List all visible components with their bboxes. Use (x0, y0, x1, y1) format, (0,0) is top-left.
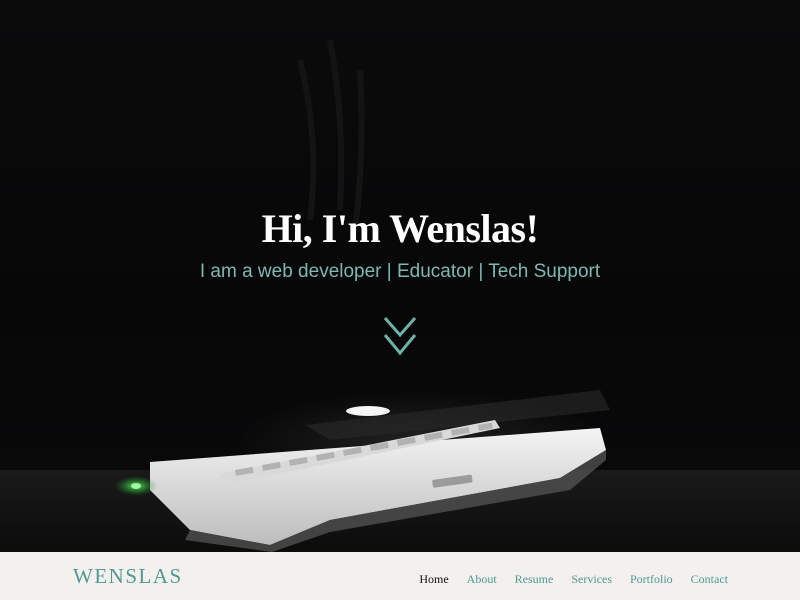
nav-link-resume[interactable]: Resume (515, 572, 554, 587)
nav-link-about[interactable]: About (467, 572, 497, 587)
nav-link-services[interactable]: Services (571, 572, 612, 587)
hero-title: Hi, I'm Wenslas! (261, 206, 539, 251)
scroll-down-button[interactable] (382, 315, 418, 359)
nav-link-home[interactable]: Home (419, 572, 448, 587)
nav-link-portfolio[interactable]: Portfolio (630, 572, 673, 587)
double-chevron-down-icon (383, 317, 417, 356)
navbar: WENSLAS Home About Resume Services Portf… (0, 552, 800, 600)
nav-link-contact[interactable]: Contact (691, 572, 728, 587)
hero-section: Hi, I'm Wenslas! I am a web developer | … (0, 0, 800, 552)
hero-subtitle: I am a web developer | Educator | Tech S… (199, 261, 601, 282)
nav-links: Home About Resume Services Portfolio Con… (419, 572, 728, 587)
brand-logo[interactable]: WENSLAS (73, 564, 183, 589)
